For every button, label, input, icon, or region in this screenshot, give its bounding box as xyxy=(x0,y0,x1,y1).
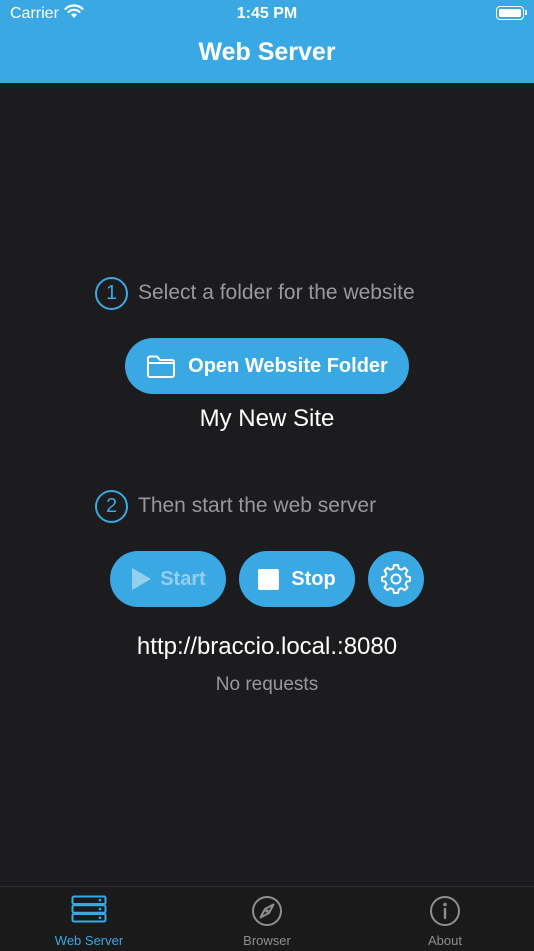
stop-label: Stop xyxy=(291,567,336,590)
clock: 1:45 PM xyxy=(236,5,298,22)
navigation-bar: Carrier 1:45 PM Web Server xyxy=(0,0,534,83)
status-bar: Carrier 1:45 PM xyxy=(0,0,534,28)
tab-about[interactable]: About xyxy=(356,887,534,951)
tab-web-server[interactable]: Web Server xyxy=(0,887,178,951)
step-one-number: 1 xyxy=(95,276,128,310)
tab-web-server-label: Web Server xyxy=(54,933,124,948)
site-name: My New Site xyxy=(199,405,335,432)
requests-status: No requests xyxy=(215,674,319,695)
start-button[interactable]: Start xyxy=(110,551,226,607)
server-icon xyxy=(71,895,107,923)
battery-icon xyxy=(496,6,527,20)
start-label: Start xyxy=(160,567,206,590)
tab-bar: Web Server Browser About xyxy=(0,886,534,951)
step-two-text: Then start the web server xyxy=(138,494,377,517)
server-url[interactable]: http://braccio.local.:8080 xyxy=(0,633,534,661)
page-title: Web Server xyxy=(198,38,336,66)
tab-about-label: About xyxy=(428,933,462,948)
step-one: 1 Select a folder for the website xyxy=(95,276,415,310)
open-website-folder-button[interactable]: Open Website Folder xyxy=(125,338,409,394)
open-website-folder-label: Open Website Folder xyxy=(188,354,388,377)
folder-icon xyxy=(147,355,176,378)
stop-button[interactable]: Stop xyxy=(239,551,355,607)
gear-icon xyxy=(381,564,411,594)
settings-button[interactable] xyxy=(368,551,424,607)
compass-icon xyxy=(252,896,282,926)
tab-browser-label: Browser xyxy=(243,933,291,948)
tab-browser[interactable]: Browser xyxy=(178,887,356,951)
play-icon xyxy=(132,568,152,590)
step-one-text: Select a folder for the website xyxy=(138,281,415,304)
step-two-number: 2 xyxy=(95,489,128,523)
info-icon xyxy=(430,896,460,926)
stop-icon xyxy=(258,568,280,590)
step-two: 2 Then start the web server xyxy=(95,489,376,523)
